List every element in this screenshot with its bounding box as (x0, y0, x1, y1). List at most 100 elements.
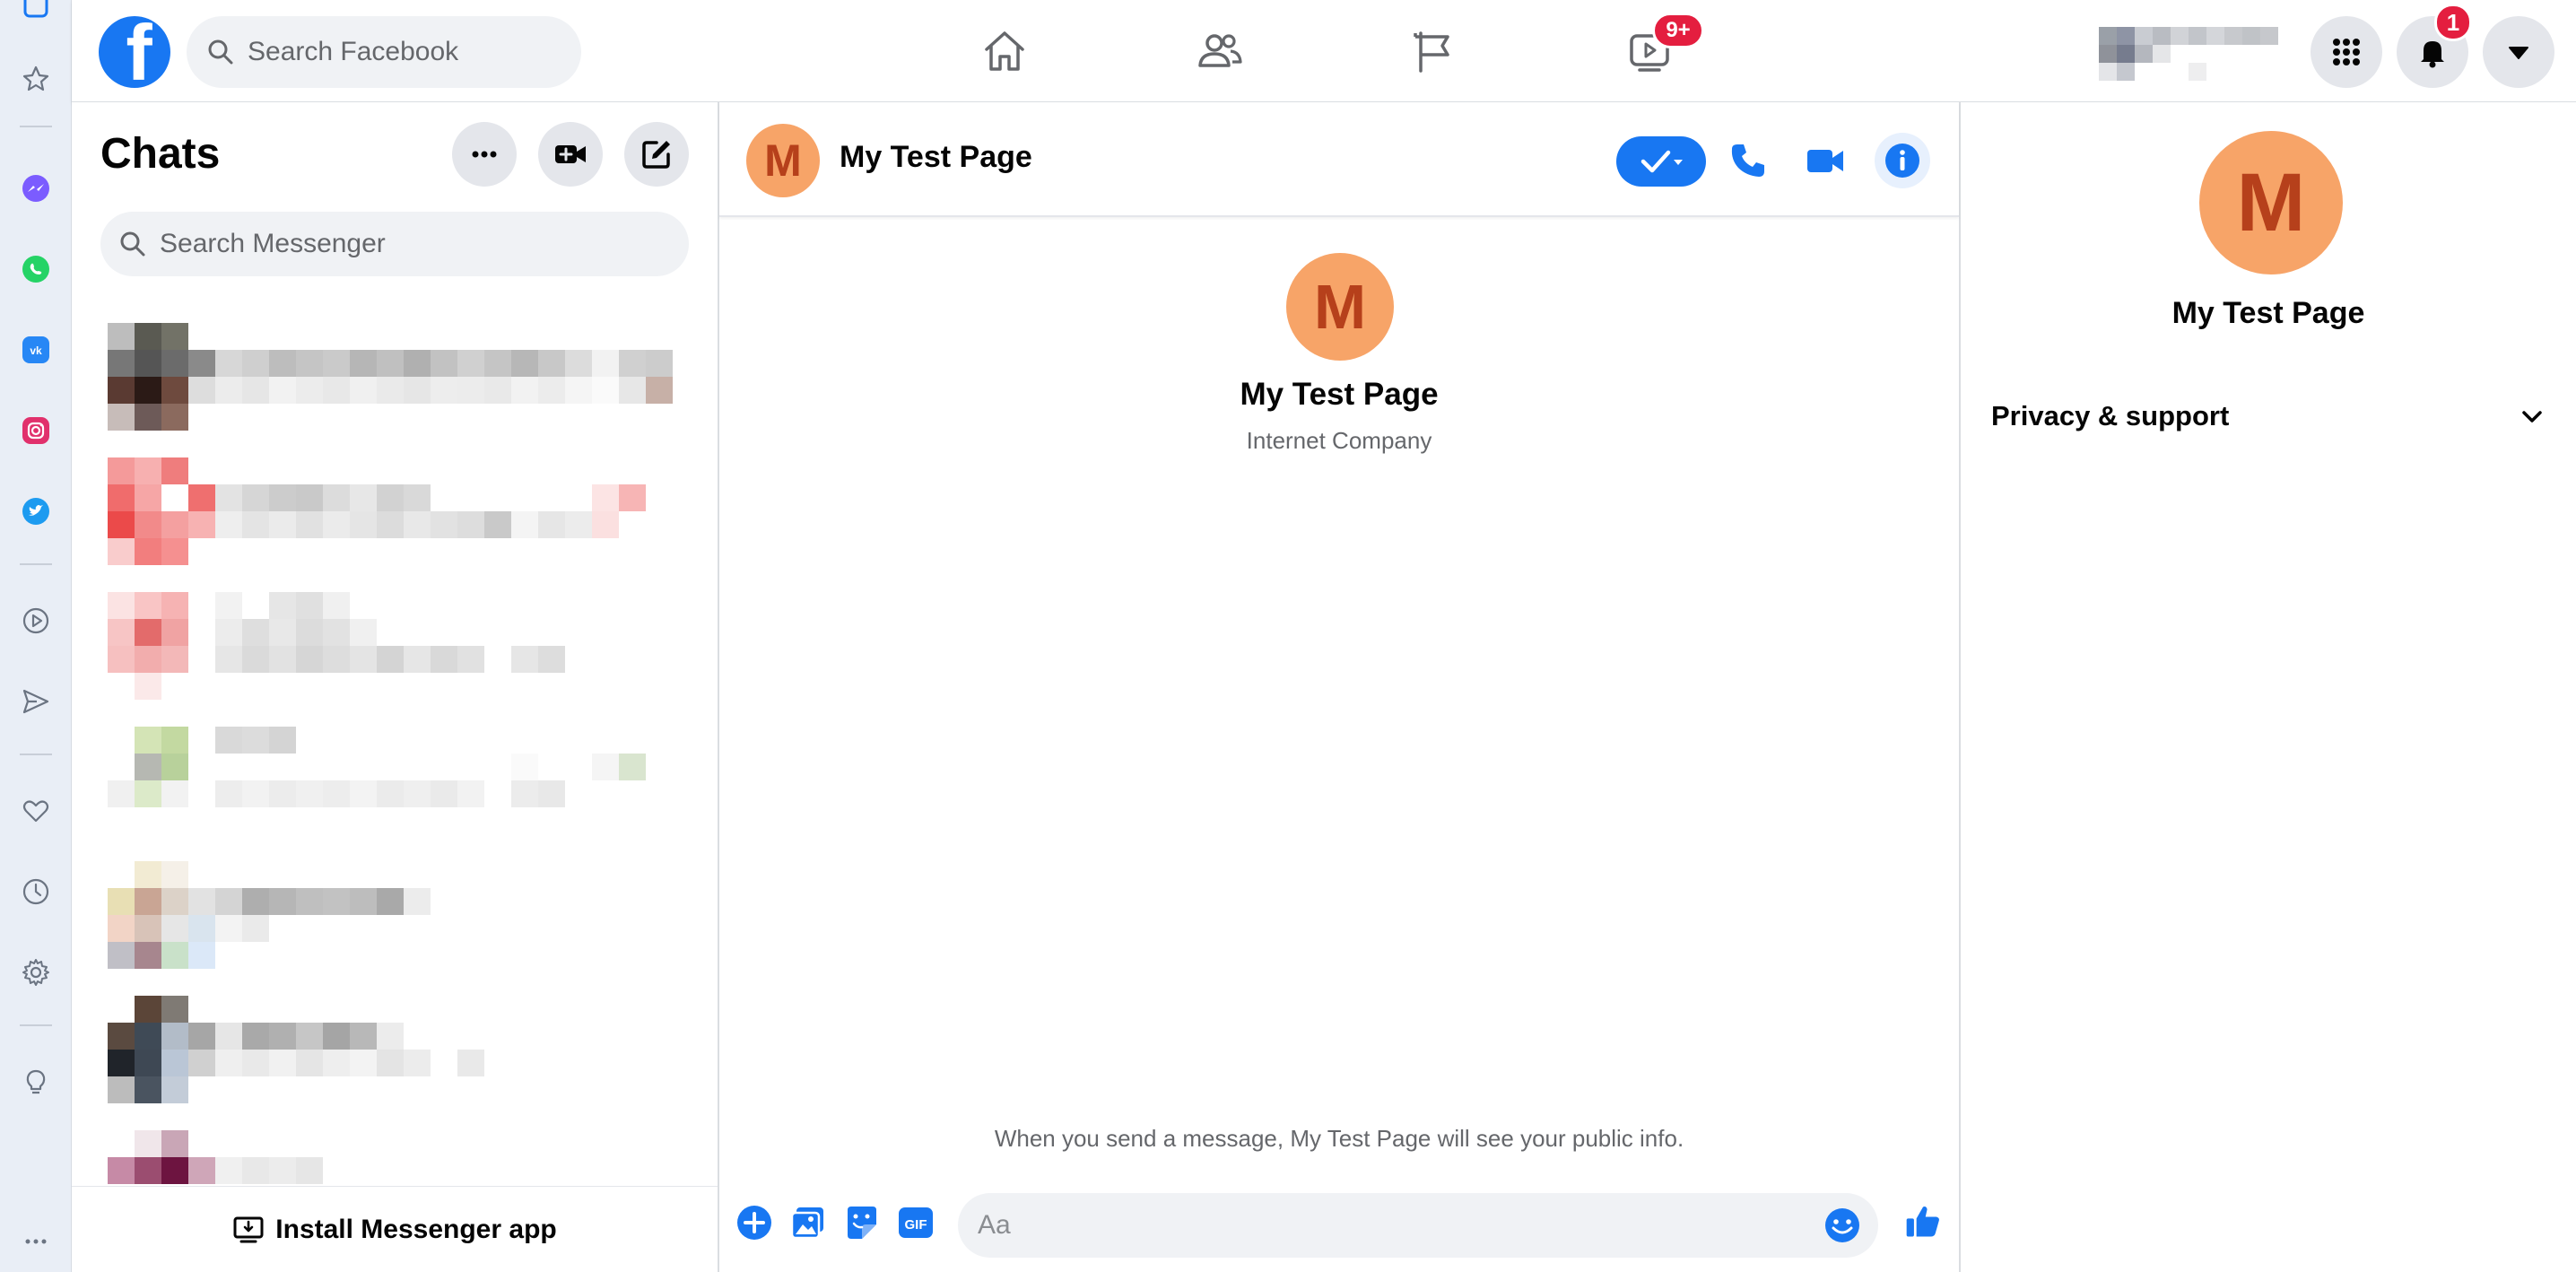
nav-pages[interactable] (1399, 18, 1471, 84)
conversation-title[interactable]: My Test Page (840, 140, 1032, 175)
page-name[interactable]: My Test Page (719, 377, 1959, 413)
grid-menu-icon (2333, 39, 2360, 65)
new-room-button[interactable] (538, 122, 603, 187)
privacy-support-section[interactable]: Privacy & support (1991, 389, 2547, 443)
play-circle-icon[interactable] (16, 601, 56, 640)
compose-icon (642, 141, 670, 169)
avatar-letter: M (764, 135, 802, 186)
new-message-button[interactable] (624, 122, 689, 187)
message-composer: GIF (719, 1173, 1959, 1272)
chats-title: Chats (100, 130, 221, 178)
details-page-name[interactable]: My Test Page (1961, 296, 2576, 331)
chevron-down-icon (2522, 411, 2542, 423)
phone-icon (1731, 144, 1764, 177)
search-icon (120, 231, 145, 257)
instagram-icon[interactable] (16, 411, 56, 450)
conversation-row[interactable] (108, 592, 700, 700)
voice-call-button[interactable] (1722, 135, 1774, 187)
lightbulb-icon[interactable] (16, 1062, 56, 1102)
more-actions-button[interactable] (732, 1200, 777, 1245)
facebook-search-box[interactable] (187, 16, 581, 88)
account-menu-button[interactable] (2483, 16, 2554, 88)
caret-down-icon (2509, 47, 2528, 59)
conversation-row[interactable] (108, 861, 700, 969)
video-camera-icon (1807, 150, 1843, 172)
emoji-smile-icon (1825, 1208, 1859, 1242)
conversation-avatar-blurred (108, 727, 215, 834)
home-icon (985, 31, 1024, 71)
watch-notification-badge: 9+ (1652, 13, 1704, 48)
avatar-letter: M (2236, 156, 2306, 248)
app-square-icon[interactable] (16, 0, 56, 25)
notifications-button[interactable]: 1 (2397, 4, 2472, 88)
svg-text:GIF: GIF (905, 1217, 927, 1233)
conversation-info-button[interactable] (1875, 133, 1930, 188)
chat-options-button[interactable] (452, 122, 517, 187)
nav-watch[interactable]: 9+ (1614, 13, 1704, 84)
page-profile-avatar[interactable]: M (1286, 253, 1394, 361)
thumbs-up-icon (1906, 1206, 1939, 1237)
info-icon (1885, 144, 1919, 178)
conversation-row[interactable] (108, 457, 700, 565)
checkmark-dropdown-icon (1640, 150, 1683, 173)
conversation-avatar-blurred (108, 457, 215, 565)
search-icon (208, 39, 233, 65)
plus-circle-icon (737, 1206, 771, 1240)
star-icon[interactable] (16, 59, 56, 99)
profile-shortcut-blurred[interactable] (2099, 27, 2278, 81)
send-icon[interactable] (16, 682, 56, 721)
gif-icon: GIF (899, 1207, 933, 1238)
install-messenger-app-button[interactable]: Install Messenger app (72, 1186, 718, 1272)
conversation-panel: M My Test Page M My Test Page Internet C… (719, 102, 1961, 1272)
message-input-box[interactable] (958, 1193, 1878, 1258)
image-gallery-icon (790, 1207, 823, 1240)
attach-image-button[interactable] (786, 1200, 831, 1245)
video-plus-icon (555, 145, 586, 163)
conversation-details-panel: M My Test Page Privacy & support (1961, 102, 2576, 1272)
top-navigation-bar: f 9+ 1 (72, 0, 2576, 102)
whatsapp-icon[interactable] (16, 249, 56, 289)
conversation-row[interactable] (108, 727, 700, 834)
facebook-logo[interactable]: f (99, 16, 170, 88)
details-avatar[interactable]: M (2199, 131, 2343, 274)
facebook-logo-letter: f (126, 16, 152, 88)
vk-icon[interactable]: vk (16, 330, 56, 370)
heart-icon[interactable] (16, 791, 56, 831)
conversation-row[interactable] (108, 996, 700, 1103)
conversation-header: M My Test Page (719, 102, 1959, 217)
avatar-letter: M (1313, 272, 1367, 342)
message-input[interactable] (978, 1210, 1815, 1241)
conversation-row[interactable] (108, 323, 700, 431)
messenger-search-box[interactable] (100, 212, 689, 276)
chats-panel: Chats Search Messenger Install Messenger… (72, 102, 719, 1272)
friends-icon (1198, 34, 1242, 67)
conversation-row[interactable] (108, 1130, 700, 1184)
clock-icon[interactable] (16, 872, 56, 911)
conversation-avatar-blurred (108, 996, 215, 1103)
conversation-avatar[interactable]: M (746, 124, 820, 197)
facebook-search-input[interactable] (248, 37, 570, 67)
mark-done-button[interactable] (1616, 136, 1706, 187)
gif-button[interactable]: GIF (893, 1200, 938, 1245)
flag-icon (1414, 31, 1449, 73)
sticker-icon (848, 1207, 876, 1239)
conversation-avatar-blurred (108, 1130, 215, 1184)
notifications-badge: 1 (2434, 4, 2472, 41)
public-info-notice: When you send a message, My Test Page wi… (994, 1125, 1684, 1152)
send-like-button[interactable] (1896, 1195, 1950, 1249)
video-call-button[interactable] (1799, 135, 1851, 187)
settings-gear-icon[interactable] (16, 953, 56, 992)
nav-home[interactable] (969, 18, 1040, 84)
svg-text:vk: vk (30, 344, 42, 357)
sticker-button[interactable] (840, 1200, 884, 1245)
messenger-search-input[interactable] (160, 229, 662, 259)
emoji-button[interactable] (1823, 1206, 1862, 1245)
conversation-avatar-blurred (108, 861, 215, 969)
more-dots-icon[interactable] (16, 1222, 56, 1261)
menu-grid-button[interactable] (2311, 16, 2382, 88)
messenger-icon[interactable] (16, 169, 56, 208)
app-rail: vk (0, 0, 72, 1272)
conversation-avatar-blurred (108, 592, 215, 700)
twitter-icon[interactable] (16, 492, 56, 531)
nav-friends[interactable] (1184, 18, 1256, 84)
